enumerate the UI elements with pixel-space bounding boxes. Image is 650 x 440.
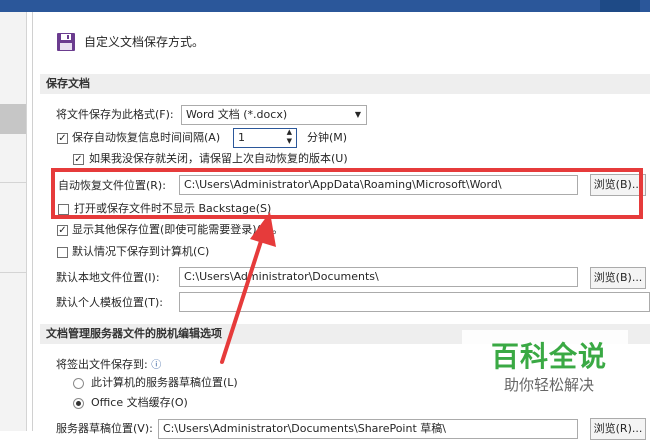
watermark-title: 百科全说 — [490, 340, 607, 373]
watermark-subtitle: 助你轻松解决 — [503, 376, 594, 394]
